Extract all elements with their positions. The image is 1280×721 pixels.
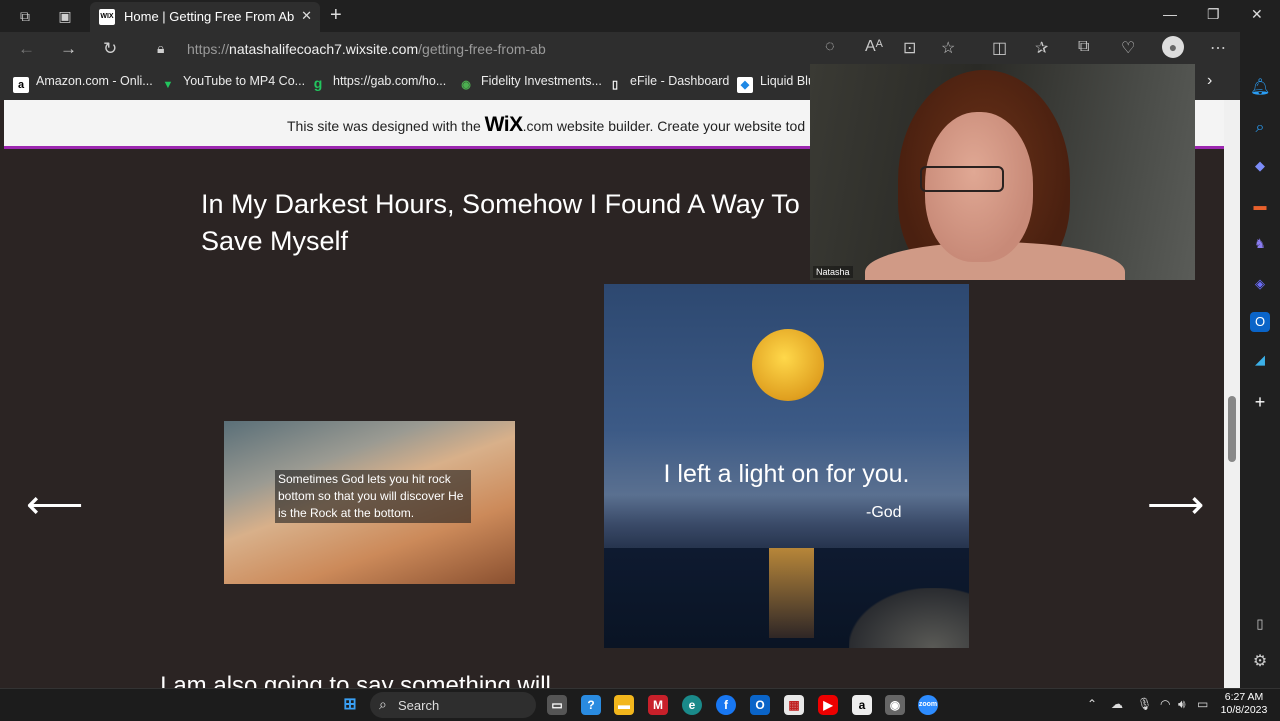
search-icon: ⌕	[379, 696, 387, 712]
rock-bottom-quote-image[interactable]: Sometimes God lets you hit rock bottom s…	[224, 421, 515, 584]
help-icon[interactable]: ?	[581, 695, 601, 715]
slideshow-next-arrow[interactable]: ⟶	[1147, 485, 1204, 525]
page-heading: In My Darkest Hours, Somehow I Found A W…	[201, 189, 800, 256]
wix-favicon-icon: WIX	[99, 9, 115, 25]
edge-browser-icon[interactable]: e	[682, 695, 702, 715]
participant-name-label: Natasha	[813, 266, 853, 278]
gab-icon: g	[313, 75, 323, 91]
shopping-tag-icon[interactable]: ◆	[1250, 156, 1270, 176]
bookmark-amazon[interactable]: a Amazon.com - Onli...	[13, 74, 153, 93]
tracking-prevention-icon[interactable]: ◌	[825, 38, 835, 56]
clock-date: 10/8/2023	[1220, 704, 1268, 716]
file-explorer-icon[interactable]: ▬	[614, 695, 634, 715]
taskbar-clock[interactable]: 6:27 AM 10/8/2023	[1214, 691, 1274, 717]
volume-icon[interactable]: 🔊︎	[1178, 697, 1186, 712]
more-menu-icon[interactable]: ⋯	[1210, 38, 1226, 58]
amazon-icon: a	[13, 77, 29, 93]
browser-essentials-icon[interactable]: ♡	[1121, 38, 1135, 58]
settings-gear-icon[interactable]: ⚙	[1250, 652, 1270, 672]
title-bar: ⧉ ▣ WIX Home | Getting Free From Ab ✕ + …	[0, 0, 1280, 32]
bookmark-efile[interactable]: ▯ eFile - Dashboard	[607, 74, 729, 93]
clock-time: 6:27 AM	[1224, 691, 1264, 703]
bookmark-gab[interactable]: g https://gab.com/ho...	[310, 74, 447, 91]
notification-bell-icon[interactable]: 🔔︎	[1250, 78, 1270, 98]
moon-reflection	[769, 548, 814, 638]
send-icon[interactable]: ◢	[1250, 350, 1270, 370]
games-icon[interactable]: ♞	[1250, 234, 1270, 254]
download-arrow-icon: ▼	[162, 79, 174, 91]
favorite-star-icon[interactable]: ☆	[941, 38, 955, 58]
taskbar-search[interactable]: ⌕ Search	[370, 692, 536, 718]
bookmark-liquid-blue[interactable]: ◆ Liquid Blu	[737, 74, 815, 93]
restore-icon[interactable]: ❐	[1207, 6, 1220, 23]
add-icon[interactable]: +	[1250, 392, 1270, 412]
youtube-icon[interactable]: ▶	[818, 695, 838, 715]
mcafee-icon[interactable]: M	[648, 695, 668, 715]
url-text[interactable]: https://natashalifecoach7.wixsite.com/ge…	[187, 41, 546, 57]
fidelity-icon: ◉	[461, 79, 471, 91]
minimize-icon[interactable]: —	[1163, 6, 1177, 22]
outlook-taskbar-icon[interactable]: O	[750, 695, 770, 715]
microphone-icon[interactable]: 🎙︎	[1137, 697, 1152, 711]
read-aloud-icon[interactable]: Aᴬ	[865, 38, 883, 56]
scrollbar-thumb[interactable]	[1228, 396, 1236, 462]
app-available-icon[interactable]: ⊡	[903, 38, 916, 58]
refresh-icon[interactable]: ↻	[103, 39, 117, 59]
task-view-icon[interactable]: ▭	[547, 695, 567, 715]
image-main-text: I left a light on for you.	[663, 460, 910, 488]
vertical-scrollbar[interactable]	[1224, 100, 1240, 688]
address-bar[interactable]: 🔒︎ https://natashalifecoach7.wixsite.com…	[142, 36, 1242, 64]
light-on-for-you-image[interactable]: I left a light on for you. -God	[604, 284, 969, 648]
tools-briefcase-icon[interactable]: ▬	[1250, 196, 1270, 216]
wix-banner-text[interactable]: This site was designed with the WiX.com …	[287, 113, 805, 137]
zoom-icon[interactable]: zoom	[918, 695, 938, 715]
facebook-icon[interactable]: f	[716, 695, 736, 715]
onedrive-cloud-icon[interactable]: ☁	[1111, 697, 1123, 711]
tray-overflow-chevron-icon[interactable]: ⌃	[1087, 697, 1097, 711]
navigation-bar: ← → ↻ 🔒︎ https://natashalifecoach7.wixsi…	[0, 32, 1280, 66]
windows-start-icon[interactable]: ⊞	[340, 695, 360, 715]
tab-home[interactable]: WIX Home | Getting Free From Ab ✕	[90, 2, 320, 32]
camera-icon[interactable]: ◉	[885, 695, 905, 715]
video-call-overlay[interactable]: Natasha	[810, 64, 1195, 280]
bookmark-fidelity[interactable]: ◉ Fidelity Investments...	[458, 74, 602, 93]
tab-actions-icon[interactable]: ▣	[56, 7, 74, 25]
workspaces-icon[interactable]: ⧉	[16, 7, 34, 25]
image-quote-text: Sometimes God lets you hit rock bottom s…	[275, 470, 471, 523]
forward-icon[interactable]: →	[60, 39, 77, 59]
profile-avatar-icon[interactable]: ●	[1162, 36, 1184, 58]
wifi-icon[interactable]: ◠	[1160, 697, 1170, 711]
outlook-icon[interactable]: O	[1250, 312, 1270, 332]
next-section-text: I am also going to say something will...	[160, 672, 571, 688]
amazon-taskbar-icon[interactable]: a	[852, 695, 872, 715]
copilot-icon[interactable]: ◈	[1250, 274, 1270, 294]
moon	[752, 329, 824, 401]
liquid-blue-icon: ◆	[737, 77, 753, 93]
close-window-icon[interactable]: ✕	[1251, 6, 1263, 23]
image-signature-text: -God	[866, 504, 902, 521]
lock-icon[interactable]: 🔒︎	[157, 40, 164, 57]
slideshow-prev-arrow[interactable]: ⟵	[26, 485, 83, 525]
search-icon[interactable]: ⌕	[1250, 118, 1270, 138]
rocks	[849, 588, 969, 648]
edge-sidebar: 🔔︎ ⌕ ◆ ▬ ♞ ◈ O ◢ + ▯ ⚙	[1240, 32, 1280, 688]
participant-glasses	[920, 166, 1004, 192]
calendar-app-icon[interactable]: ▦	[784, 695, 804, 715]
battery-icon[interactable]: ▭	[1197, 697, 1208, 711]
favorites-icon[interactable]: ✰	[1035, 38, 1048, 58]
tab-title: Home | Getting Free From Ab	[124, 9, 295, 24]
split-screen-icon[interactable]: ◫	[992, 38, 1007, 58]
back-icon[interactable]: ←	[18, 39, 35, 59]
bookmark-youtube-mp4[interactable]: ▼ YouTube to MP4 Co...	[160, 74, 306, 93]
sidebar-toggle-icon[interactable]: ▯	[1250, 614, 1270, 634]
close-tab-icon[interactable]: ✕	[301, 8, 312, 24]
collections-icon[interactable]: ⧉	[1078, 38, 1089, 56]
bookmarks-overflow-chevron-icon[interactable]: ›	[1207, 72, 1212, 90]
search-label: Search	[398, 698, 440, 713]
windows-taskbar: ⊞ ⌕ Search ▭ ? ▬ M e f O ▦ ▶ a ◉ zoom ⌃ …	[0, 688, 1280, 721]
new-tab-button[interactable]: +	[330, 4, 342, 27]
page-icon: ▯	[611, 79, 619, 91]
